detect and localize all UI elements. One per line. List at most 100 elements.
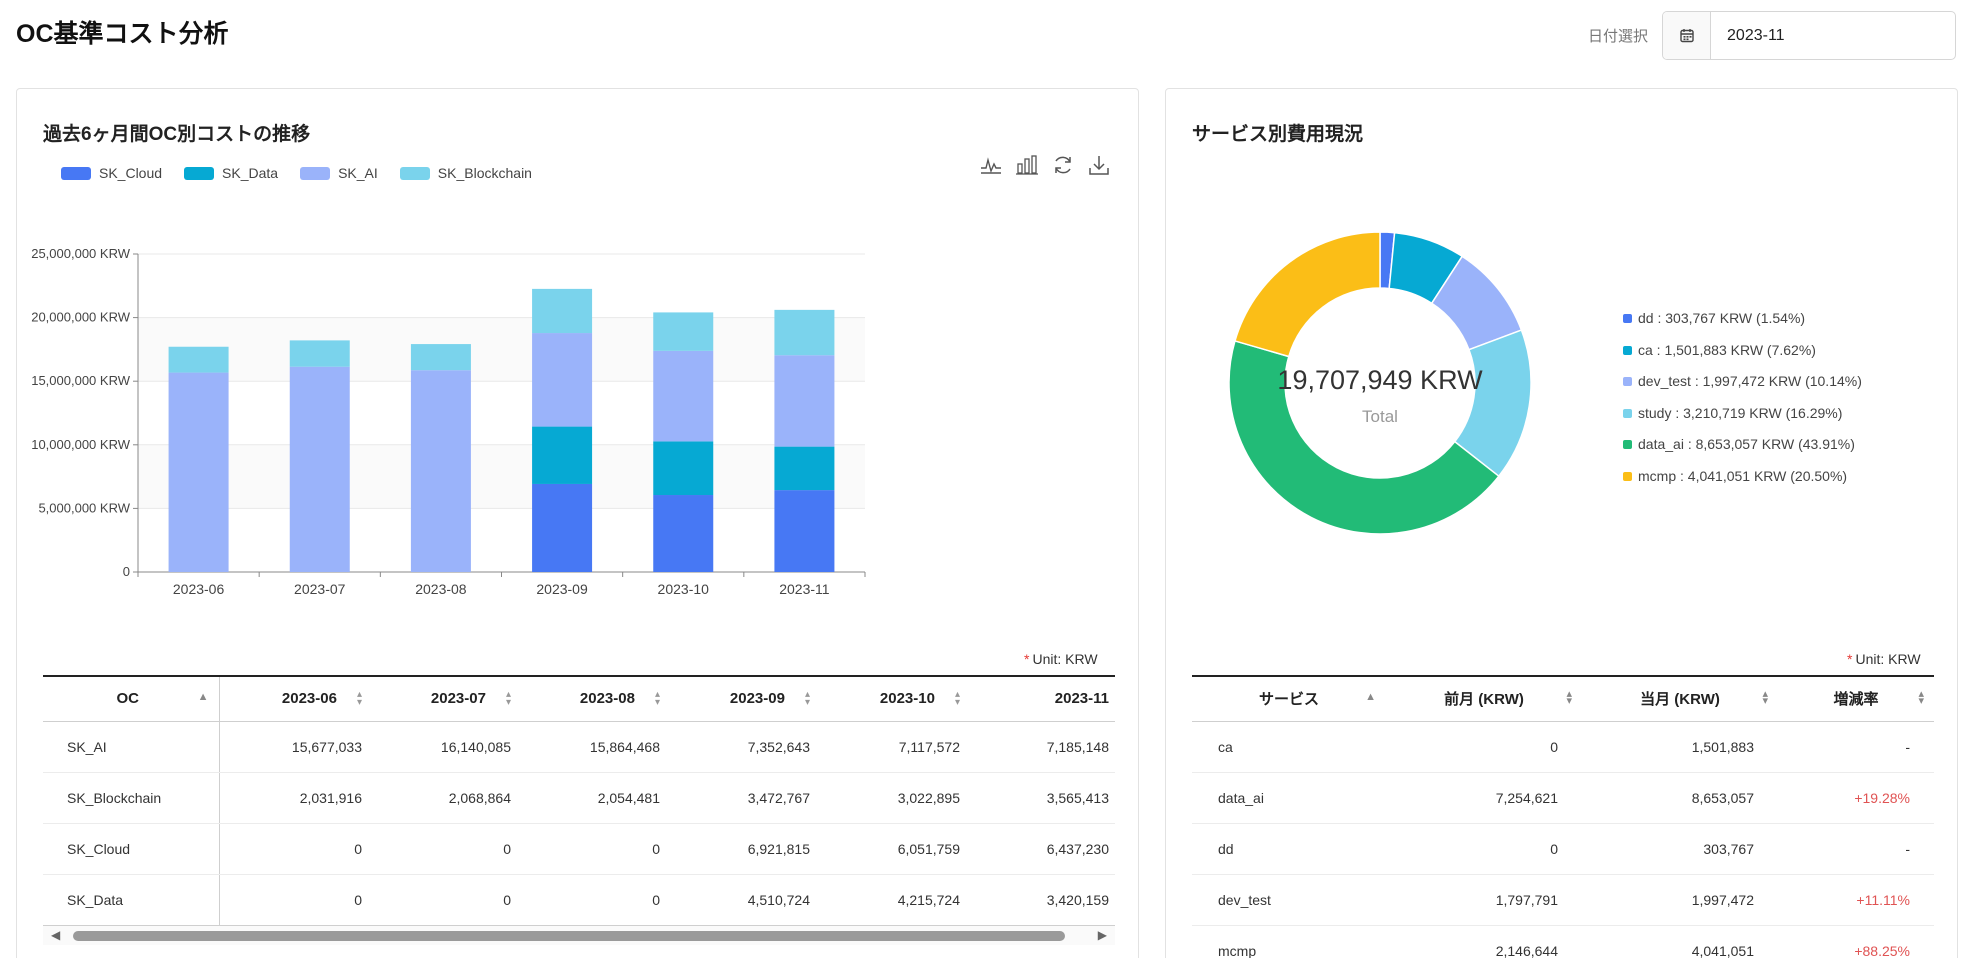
bar-segment-sk-blockchain: [289, 340, 350, 367]
oc-cost-trend-title: 過去6ヶ月間OC別コストの推移: [43, 124, 311, 145]
line-chart-icon[interactable]: [979, 153, 1003, 177]
bar-segment-sk-blockchain: [653, 312, 714, 351]
refresh-icon[interactable]: [1051, 153, 1075, 177]
sort-asc-icon[interactable]: ▲: [198, 692, 209, 703]
column-header-change-rate[interactable]: 増減率 ▴ ▾: [1778, 675, 1934, 722]
sort-icon[interactable]: ▴ ▾: [805, 690, 810, 708]
cost-cell: 0: [219, 874, 368, 926]
horizontal-scrollbar[interactable]: ◀ ▶: [43, 925, 1115, 945]
scroll-left-icon[interactable]: ◀: [51, 928, 60, 942]
legend-item-sk-data[interactable]: SK_Data: [184, 165, 278, 181]
column-label: 2023-08: [579, 690, 635, 708]
stacked-bar-chart: 0 5,000,000 KRW 10,000,000 KRW 15,000,000 K…: [31, 246, 866, 597]
rate-cell: +11.11%: [1778, 874, 1934, 926]
column-header-month[interactable]: 2023-07 ▴ ▾: [368, 675, 517, 722]
cost-cell: 4,215,724: [816, 874, 966, 926]
table-header-row: サービス ▲ 前月 (KRW) ▴ ▾ 当月 (KRW) ▴ ▾ 増減率 ▴ ▾: [1192, 675, 1934, 722]
legend-label: SK_Data: [222, 165, 279, 181]
legend-dot: [1623, 471, 1632, 481]
column-header-month[interactable]: 2023-09 ▴ ▾: [666, 675, 816, 722]
cost-cell: 16,140,085: [368, 721, 517, 773]
bar-segment-sk-ai: [532, 333, 593, 427]
service-cell: mcmp: [1192, 925, 1386, 958]
bar-segment-sk-ai: [653, 350, 714, 442]
legend-item-data-ai[interactable]: data_ai : 8,653,057 KRW (43.91%): [1623, 436, 1862, 468]
scroll-right-icon[interactable]: ▶: [1098, 928, 1107, 942]
column-header-current-month[interactable]: 当月 (KRW) ▴ ▾: [1582, 675, 1778, 722]
cost-cell: 6,437,230: [966, 823, 1115, 875]
y-tick-label: 10,000,000 KRW: [31, 437, 130, 452]
sort-icon[interactable]: ▴ ▾: [655, 690, 660, 708]
legend-item-sk-cloud[interactable]: SK_Cloud: [61, 165, 162, 181]
table-row: SK_Data 0 0 0 4,510,724 4,215,724 3,420,159: [43, 874, 1115, 926]
bar-segment-sk-ai: [168, 372, 229, 572]
legend-label: dd : 303,767 KRW (1.54%): [1638, 310, 1806, 326]
column-header-oc[interactable]: OC ▲: [43, 675, 220, 722]
oc-cell: SK_Blockchain: [43, 772, 220, 824]
bar-segment-sk-ai: [410, 370, 471, 572]
legend-item-ca[interactable]: ca : 1,501,883 KRW (7.62%): [1623, 342, 1862, 374]
column-header-service[interactable]: サービス ▲: [1192, 675, 1386, 722]
sort-icon[interactable]: ▴ ▾: [357, 690, 362, 708]
cost-cell: 3,472,767: [666, 772, 816, 824]
table-row: SK_AI 15,677,033 16,140,085 15,864,468 7,352…: [43, 721, 1115, 773]
sort-icon[interactable]: ▴ ▾: [1762, 689, 1768, 707]
column-label: 2023-10: [879, 690, 935, 708]
date-input[interactable]: 2023-11: [1662, 11, 1957, 60]
bar-chart-icon[interactable]: [1015, 153, 1039, 177]
legend-item-study[interactable]: study : 3,210,719 KRW (16.29%): [1623, 405, 1862, 437]
sort-icon[interactable]: ▴ ▾: [1566, 689, 1572, 707]
donut-legend: dd : 303,767 KRW (1.54%) ca : 1,501,883 …: [1623, 310, 1862, 499]
unit-label: * Unit: KRW: [1847, 651, 1921, 667]
column-label: 前月 (KRW): [1444, 691, 1524, 709]
legend-swatch: [61, 166, 91, 180]
service-cell: dev_test: [1192, 874, 1386, 926]
scrollbar-thumb[interactable]: [73, 931, 1065, 941]
cost-cell: 2,146,644: [1386, 925, 1582, 958]
cost-cell: 4,510,724: [666, 874, 816, 926]
table-row: data_ai 7,254,621 8,653,057 +19.28%: [1192, 772, 1934, 824]
legend-item-dev-test[interactable]: dev_test : 1,997,472 KRW (10.14%): [1623, 373, 1862, 405]
cost-cell: 0: [517, 874, 666, 926]
legend-item-mcmp[interactable]: mcmp : 4,041,051 KRW (20.50%): [1623, 468, 1862, 500]
bar-segment-sk-blockchain: [168, 346, 229, 373]
oc-cell: SK_Data: [43, 874, 220, 926]
bar-segment-sk-cloud: [532, 483, 593, 572]
legend-item-sk-ai[interactable]: SK_AI: [300, 165, 378, 181]
legend-dot: [1623, 440, 1632, 449]
table-row: mcmp 2,146,644 4,041,051 +88.25%: [1192, 925, 1934, 958]
sort-icon[interactable]: ▴ ▾: [506, 690, 511, 708]
cost-cell: 7,117,572: [816, 721, 966, 773]
date-value[interactable]: 2023-11: [1711, 12, 1955, 59]
sort-icon[interactable]: ▴ ▾: [955, 690, 960, 708]
column-header-prev-month[interactable]: 前月 (KRW) ▴ ▾: [1386, 675, 1582, 722]
legend-item-sk-blockchain[interactable]: SK_Blockchain: [399, 165, 532, 181]
rate-cell: -: [1778, 823, 1934, 875]
legend-label: SK_Cloud: [99, 165, 163, 181]
service-cell: data_ai: [1192, 772, 1386, 824]
service-cell: ca: [1192, 721, 1386, 773]
service-table-wrap: サービス ▲ 前月 (KRW) ▴ ▾ 当月 (KRW) ▴ ▾ 増減率 ▴ ▾ ca 0 1,5…: [1192, 675, 1934, 958]
column-header-month[interactable]: 2023-11: [966, 675, 1115, 722]
y-tick-label: 5,000,000 KRW: [38, 500, 130, 515]
column-header-month[interactable]: 2023-10 ▴ ▾: [816, 675, 966, 722]
column-label: 2023-06: [281, 690, 337, 708]
cost-cell: 2,054,481: [517, 772, 666, 824]
donut-total-label: Total: [1362, 407, 1398, 426]
column-label: 増減率: [1833, 691, 1879, 709]
legend-item-dd[interactable]: dd : 303,767 KRW (1.54%): [1623, 310, 1862, 342]
bar-segment-sk-cloud: [774, 490, 835, 572]
legend-label: mcmp : 4,041,051 KRW (20.50%): [1638, 467, 1848, 484]
cost-cell: 1,797,791: [1386, 874, 1582, 926]
sort-icon[interactable]: ▴ ▾: [1918, 689, 1924, 707]
legend-label: SK_Blockchain: [437, 165, 532, 181]
required-star: *: [1024, 651, 1030, 667]
legend-swatch: [184, 166, 215, 180]
bar-segment-sk-data: [653, 441, 714, 496]
column-header-month[interactable]: 2023-06 ▴ ▾: [219, 675, 368, 722]
download-icon[interactable]: [1087, 153, 1111, 177]
calendar-icon[interactable]: [1663, 12, 1712, 59]
legend-label: study : 3,210,719 KRW (16.29%): [1638, 404, 1843, 421]
sort-asc-icon[interactable]: ▲: [1365, 692, 1376, 703]
column-header-month[interactable]: 2023-08 ▴ ▾: [517, 675, 666, 722]
